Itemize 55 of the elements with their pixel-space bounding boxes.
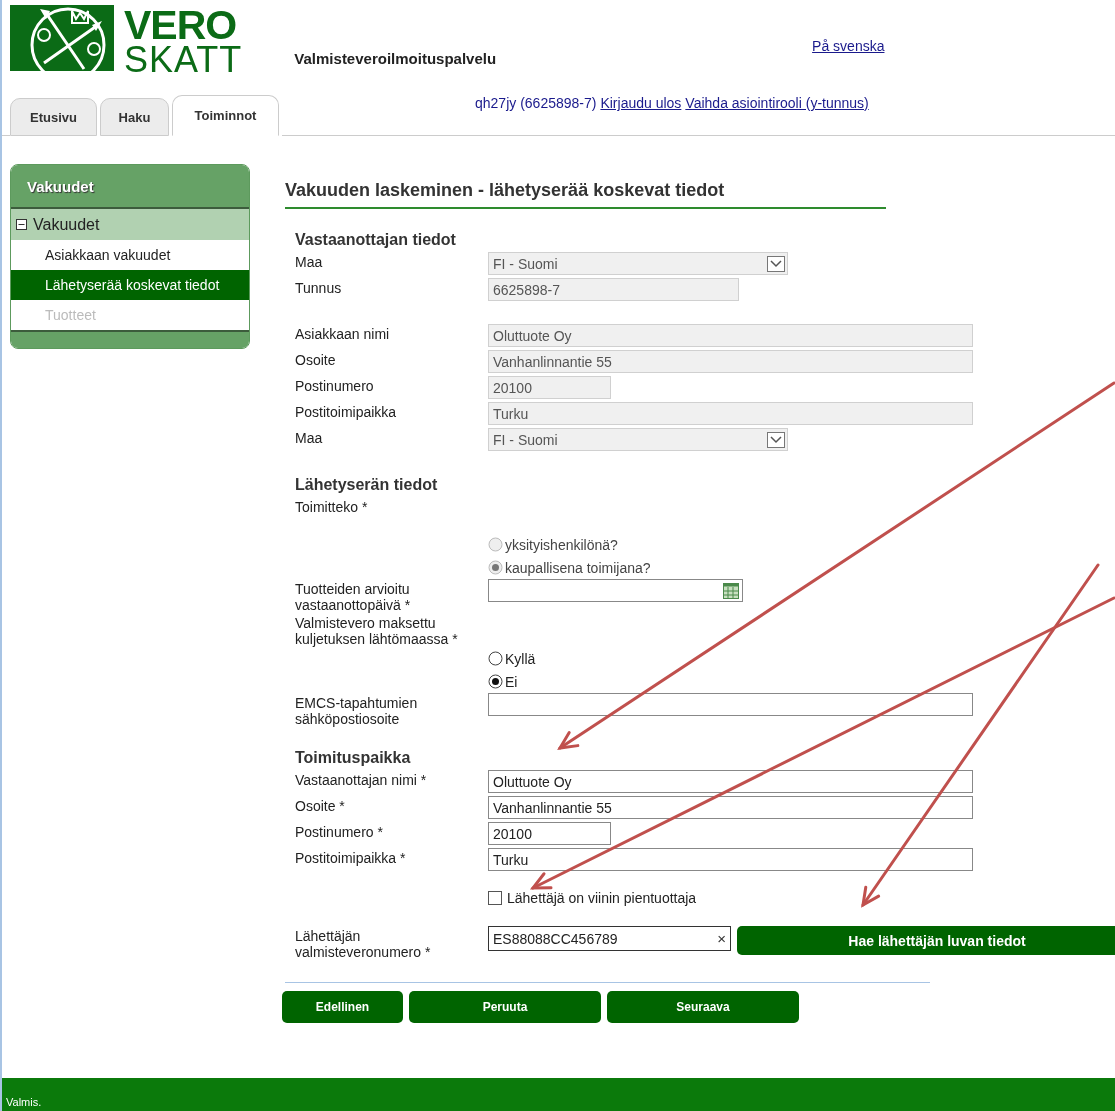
field-label: Vastaanottajan nimi * — [295, 771, 428, 788]
sidebar-item[interactable]: Lähetyserää koskevat tiedot — [11, 270, 249, 300]
input-field[interactable]: 20100 — [488, 822, 611, 845]
radio-label: Ei — [505, 673, 518, 690]
field-label: Maa — [295, 253, 324, 270]
nav-button[interactable]: Peruuta — [409, 991, 601, 1023]
field-label: Valmistevero maksettu kuljetuksen lähtömaassa * — [295, 614, 459, 647]
section-heading: Toimituspaikka — [295, 749, 412, 767]
nav-button[interactable]: Seuraava — [607, 991, 799, 1023]
nav-button[interactable]: Edellinen — [282, 991, 403, 1023]
radio-label: kaupallisena toimijana? — [505, 559, 651, 576]
fetch-button[interactable]: Hae lähettäjän luvan tiedot — [737, 926, 1115, 955]
status-bar: Valmis. — [2, 1078, 1115, 1111]
user-info: qh27jy (6625898-7) — [475, 95, 597, 113]
logo-emblem-icon — [10, 5, 114, 71]
input-field[interactable] — [488, 693, 973, 716]
field-label: Tuotteiden arvioitu vastaanottopäivä * — [295, 580, 412, 613]
section-heading: Lähetyserän tiedot — [295, 476, 439, 494]
tab[interactable]: Haku — [100, 98, 169, 136]
field-label: Postinumero — [295, 377, 375, 394]
date-field[interactable] — [488, 579, 743, 602]
tab[interactable]: Toiminnot — [172, 95, 279, 136]
language-link[interactable]: På svenska — [812, 38, 885, 55]
field-label: Postitoimipaikka — [295, 403, 398, 420]
field-label: Postinumero * — [295, 823, 384, 840]
service-title: Valmisteveroilmoituspalvelu — [294, 50, 497, 69]
field-label: Asiakkaan nimi — [295, 325, 391, 342]
radio-button[interactable] — [488, 674, 503, 689]
field-label: Postitoimipaikka * — [295, 849, 407, 866]
field-label: Lähettäjän valmisteveronumero * — [295, 927, 432, 960]
input-field[interactable]: ES88088CC456789 × — [488, 926, 731, 951]
sidebar-title: Vakuudet — [11, 165, 249, 209]
page-title: Vakuuden laskeminen - lähetyserää koskevat tiedot — [285, 180, 886, 209]
header-link[interactable]: Kirjaudu ulos — [600, 95, 682, 135]
radio-button[interactable] — [488, 651, 503, 666]
collapse-icon[interactable] — [16, 219, 27, 230]
tab[interactable]: Etusivu — [10, 98, 97, 136]
radio-label: Kyllä — [505, 650, 536, 667]
checkbox-label: Lähettäjä on viinin pientuottaja — [507, 890, 697, 906]
field-label: Osoite * — [295, 797, 346, 814]
sidebar-group[interactable]: Vakuudet — [11, 209, 249, 240]
section-heading: Vastaanottajan tiedot — [295, 231, 457, 249]
calendar-icon[interactable] — [723, 582, 739, 599]
input-field[interactable]: Turku — [488, 848, 973, 871]
checkbox[interactable] — [488, 891, 502, 905]
header-link[interactable]: Vaihda asiointirooli (y-tunnus) — [685, 95, 869, 135]
field-label: Maa — [295, 429, 324, 446]
clear-button[interactable]: × — [717, 930, 726, 947]
field-label: Osoite — [295, 351, 337, 368]
field-label: Toimitteko * — [295, 498, 369, 515]
field-label: Tunnus — [295, 279, 343, 296]
field-label: EMCS-tapahtumien sähköpostiosoite — [295, 694, 419, 727]
radio-label: yksityishenkilönä? — [505, 536, 618, 553]
input-field[interactable]: Vanhanlinnantie 55 — [488, 796, 973, 819]
input-field[interactable]: Oluttuote Oy — [488, 770, 973, 793]
